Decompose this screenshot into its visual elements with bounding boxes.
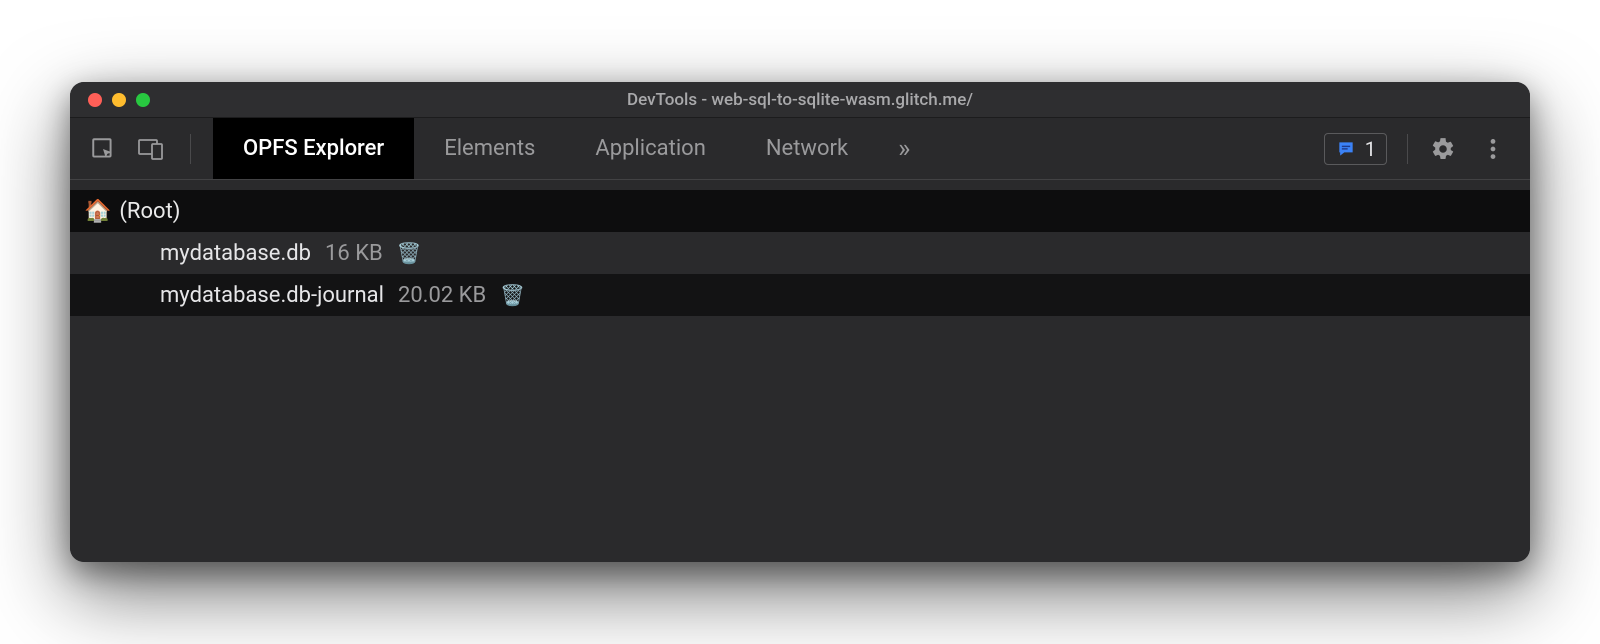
toolbar-separator [190,134,191,164]
toolbar-separator [1407,134,1408,164]
tab-elements[interactable]: Elements [414,118,565,179]
chat-icon [1335,139,1357,159]
more-menu-icon[interactable] [1478,134,1508,164]
toolbar: OPFS Explorer Elements Application Netwo… [70,118,1530,180]
inspect-element-icon[interactable] [88,134,118,164]
file-size: 16 KB [325,241,383,266]
opfs-explorer-panel: 🏠 (Root) mydatabase.db 16 KB 🗑️ mydataba… [70,180,1530,562]
settings-icon[interactable] [1428,134,1458,164]
home-icon: 🏠 [84,199,111,224]
tree-file-row[interactable]: mydatabase.db-journal 20.02 KB 🗑️ [70,274,1530,316]
root-label: (Root) [119,199,180,224]
tree-file-row[interactable]: mydatabase.db 16 KB 🗑️ [70,232,1530,274]
toolbar-right: 1 [1324,133,1530,165]
toolbar-left [70,134,213,164]
tree-root-row[interactable]: 🏠 (Root) [70,190,1530,232]
tab-application[interactable]: Application [565,118,735,179]
maximize-button[interactable] [136,93,150,107]
window-controls [70,93,150,107]
file-name: mydatabase.db [160,241,311,266]
tab-opfs-explorer[interactable]: OPFS Explorer [213,118,414,179]
tab-network[interactable]: Network [736,118,878,179]
file-size: 20.02 KB [398,283,486,308]
file-name: mydatabase.db-journal [160,283,384,308]
trash-icon[interactable]: 🗑️ [500,283,525,307]
devtools-window: DevTools - web-sql-to-sqlite-wasm.glitch… [70,82,1530,562]
trash-icon[interactable]: 🗑️ [397,241,422,265]
window-title: DevTools - web-sql-to-sqlite-wasm.glitch… [70,90,1530,110]
issues-badge[interactable]: 1 [1324,133,1387,165]
issues-count: 1 [1365,137,1376,161]
minimize-button[interactable] [112,93,126,107]
tabs-overflow-button[interactable]: » [878,118,930,179]
panel-tabs: OPFS Explorer Elements Application Netwo… [213,118,930,179]
close-button[interactable] [88,93,102,107]
device-toolbar-icon[interactable] [136,134,166,164]
titlebar: DevTools - web-sql-to-sqlite-wasm.glitch… [70,82,1530,118]
